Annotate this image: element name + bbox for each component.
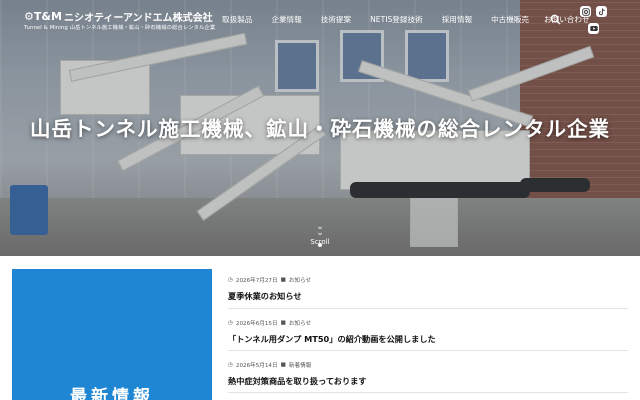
news-title[interactable]: 夏季休業のお知らせ xyxy=(228,290,628,302)
youtube-icon[interactable] xyxy=(588,23,599,34)
news-item[interactable]: ◷ 2026年5月14日 ■ 新着情報 熱中症対策商品を取り扱っております xyxy=(228,361,628,387)
divider xyxy=(228,350,628,351)
divider xyxy=(228,392,628,393)
nav-item-technology[interactable]: 技術提案 xyxy=(321,14,351,25)
news-section-panel: 最新情報 xyxy=(12,269,212,400)
slider-dot[interactable] xyxy=(318,243,322,247)
nav-item-used-machines[interactable]: 中古機販売 xyxy=(491,14,529,25)
news-category[interactable]: お知らせ xyxy=(289,319,311,327)
news-date: 2026年5月14日 xyxy=(235,363,278,369)
news-category[interactable]: 新着情報 xyxy=(289,361,311,369)
main-nav: 取扱製品 企業情報 技術提案 NETIS登録技術 採用情報 中古機販売 お問い合… xyxy=(222,14,590,25)
nav-item-products[interactable]: 取扱製品 xyxy=(222,14,252,25)
instagram-icon[interactable] xyxy=(580,6,591,17)
nav-item-recruit[interactable]: 採用情報 xyxy=(442,14,472,25)
logo-text: T&M xyxy=(33,10,62,23)
nav-item-company[interactable]: 企業情報 xyxy=(271,14,301,25)
site-logo[interactable]: ⚙T&M ニシオティーアンドエム株式会社 Tunnel & Mining 山岳ト… xyxy=(24,9,215,33)
news-date: 2026年7月27日 xyxy=(235,278,278,284)
folder-icon: ■ xyxy=(280,277,286,283)
news-title[interactable]: 熱中症対策商品を取り扱っております xyxy=(228,375,628,387)
logo-mark: ⚙T&M xyxy=(24,10,62,23)
folder-icon: ■ xyxy=(280,320,286,326)
news-title[interactable]: 「トンネル用ダンプ MT50」の紹介動画を公開しました xyxy=(228,333,628,345)
tiktok-icon[interactable] xyxy=(596,6,607,17)
chevron-down-icon: ⌄ ⌄ xyxy=(316,222,324,238)
news-item[interactable]: ◷ 2026年7月27日 ■ お知らせ 夏季休業のお知らせ xyxy=(228,276,628,302)
clock-icon: ◷ xyxy=(228,362,233,368)
news-meta: ◷ 2026年5月14日 ■ 新着情報 xyxy=(228,361,628,369)
clock-icon: ◷ xyxy=(228,320,233,326)
nav-item-netis[interactable]: NETIS登録技術 xyxy=(370,14,423,25)
company-tagline: Tunnel & Mining 山岳トンネル施工機械・鉱山・砕石機械の総合レンタ… xyxy=(24,25,216,31)
page: 山岳トンネル施工機械、鉱山・砕石機械の総合レンタル企業 ⌄ ⌄ Scroll ⚙T… xyxy=(0,0,640,400)
folder-icon: ■ xyxy=(280,362,286,368)
divider xyxy=(228,308,628,309)
news-meta: ◷ 2026年6月15日 ■ お知らせ xyxy=(228,319,628,327)
clock-icon: ◷ xyxy=(228,277,233,283)
news-category[interactable]: お知らせ xyxy=(289,276,311,284)
news-date: 2026年6月15日 xyxy=(235,321,278,327)
search-icon[interactable] xyxy=(548,12,562,26)
site-header: ⚙T&M ニシオティーアンドエム株式会社 Tunnel & Mining 山岳ト… xyxy=(0,0,640,40)
news-meta: ◷ 2026年7月27日 ■ お知らせ xyxy=(228,276,628,284)
company-name: ニシオティーアンドエム株式会社 xyxy=(64,13,213,24)
hero-headline: 山岳トンネル施工機械、鉱山・砕石機械の総合レンタル企業 xyxy=(29,117,611,141)
gear-logo-icon: ⚙ xyxy=(24,10,34,23)
news-item[interactable]: ◷ 2026年6月15日 ■ お知らせ 「トンネル用ダンプ MT50」の紹介動画… xyxy=(228,319,628,345)
news-section-title: 最新情報 xyxy=(70,387,154,400)
